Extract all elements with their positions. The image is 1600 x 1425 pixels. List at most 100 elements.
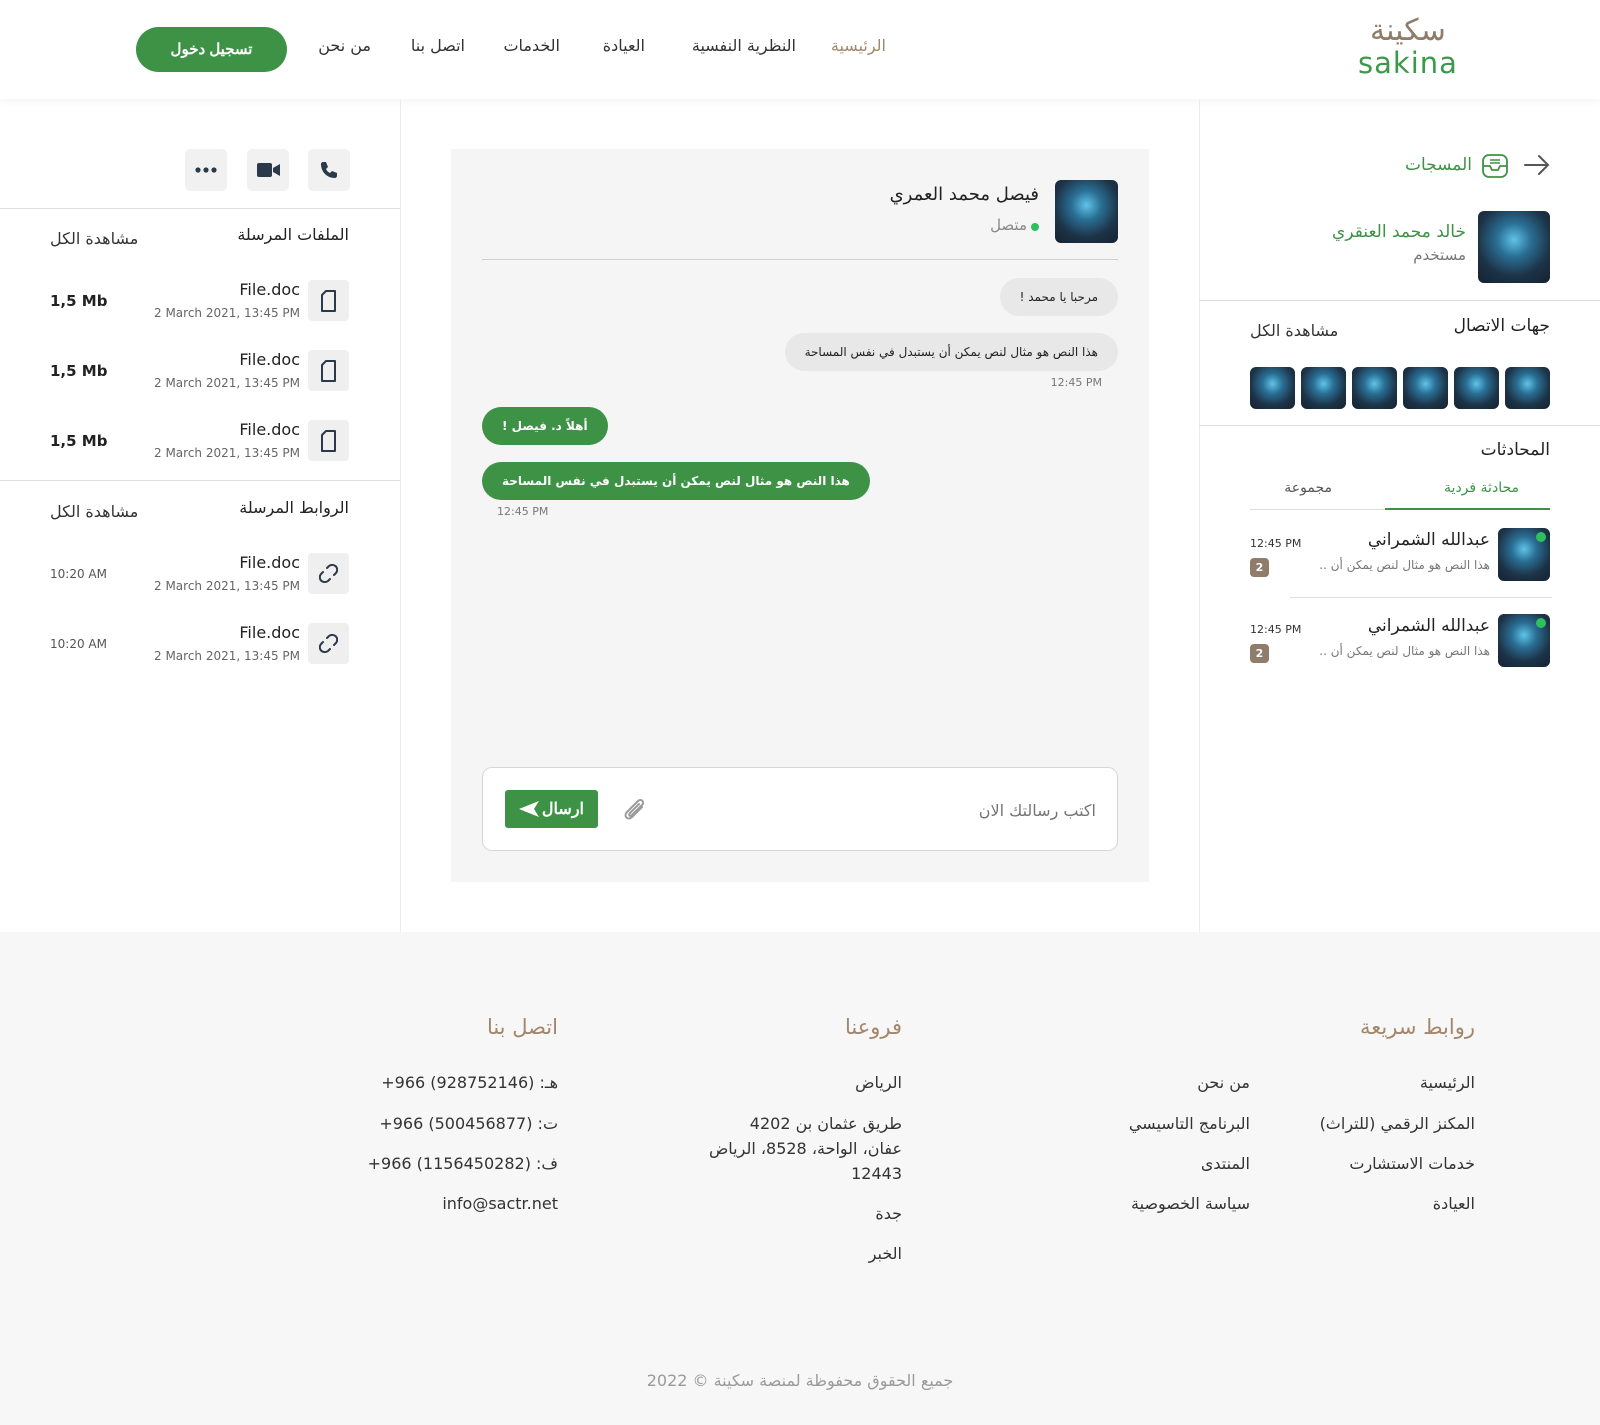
footer-link[interactable]: الرئيسية (1420, 1073, 1475, 1092)
footer-link[interactable]: المكنز الرقمي (للتراث) (1320, 1114, 1475, 1133)
footer-link[interactable]: سياسة الخصوصية (1131, 1194, 1250, 1213)
logo-english: sakina (1358, 46, 1458, 80)
divider (0, 208, 400, 209)
file-item[interactable]: File.doc 2 March 2021, 13:45 PM 1,5 Mb (50, 350, 350, 392)
more-options-button[interactable] (185, 149, 227, 191)
message-outgoing: أهلاً د. فيصل ! (482, 407, 608, 445)
site-header: سكينة sakina الرئيسية النظرية النفسية ال… (0, 0, 1600, 99)
current-user-role: مستخدم (1413, 246, 1466, 264)
link-name: File.doc (239, 553, 300, 572)
divider (1199, 425, 1600, 426)
link-icon-box (308, 553, 349, 594)
file-date: 2 March 2021, 13:45 PM (154, 306, 300, 320)
conversation-name: عبدالله الشمراني (1367, 530, 1490, 550)
footer-link[interactable]: خدمات الاستشارت (1349, 1154, 1475, 1173)
contact-avatar[interactable] (1301, 367, 1346, 409)
login-button[interactable]: تسجيل دخول (136, 27, 287, 72)
branch-address: 12443 (851, 1164, 902, 1183)
tab-group-chat[interactable]: مجموعة (1284, 480, 1332, 496)
divider (0, 480, 400, 481)
message-incoming: مرحبا يا محمد ! (999, 278, 1118, 316)
file-date: 2 March 2021, 13:45 PM (154, 446, 300, 460)
footer-link[interactable]: البرنامج التاسيسي (1129, 1114, 1250, 1133)
divider (1290, 597, 1552, 598)
conversations-title: المحادثات (1480, 440, 1550, 460)
contact-avatar[interactable] (1352, 367, 1397, 409)
contact-avatar[interactable] (1454, 367, 1499, 409)
file-icon (321, 290, 336, 312)
column-divider-right (1199, 99, 1200, 932)
file-item[interactable]: File.doc 2 March 2021, 13:45 PM 1,5 Mb (50, 280, 350, 322)
link-item[interactable]: File.doc 2 March 2021, 13:45 PM 10:20 AM (50, 623, 350, 665)
footer-contact-title: اتصل بنا (486, 1015, 558, 1039)
site-logo[interactable]: سكينة sakina (1353, 13, 1463, 80)
paperclip-icon[interactable] (620, 793, 650, 825)
branch-address: طريق عثمان بن 4202 (749, 1114, 902, 1133)
file-item[interactable]: File.doc 2 March 2021, 13:45 PM 1,5 Mb (50, 420, 350, 462)
arrow-right-icon[interactable] (1524, 154, 1550, 176)
footer-fax: ف: (1156450282) 966+ (367, 1154, 558, 1173)
file-icon-box (308, 350, 349, 391)
copyright-text: 2022 © جميع الحقوق محفوظة لمنصة سكينة (646, 1371, 954, 1390)
conversation-item[interactable]: عبدالله الشمراني هذا النص هو مثال لنص يم… (1250, 525, 1550, 585)
link-time: 10:20 AM (50, 637, 107, 651)
phone-call-button[interactable] (308, 149, 350, 191)
message-incoming: هذا النص هو مثال لنص يمكن أن يستبدل في ن… (784, 333, 1118, 371)
nav-clinic[interactable]: العيادة (603, 36, 645, 62)
files-view-all-link[interactable]: مشاهدة الكل (50, 229, 138, 248)
nav-about[interactable]: من نحن (318, 36, 371, 62)
more-dots-icon (195, 167, 217, 173)
footer-branches-title: فروعنا (844, 1015, 902, 1039)
logo-arabic: سكينة (1370, 13, 1446, 48)
nav-services[interactable]: الخدمات (503, 36, 560, 62)
conversation-preview: هذا النص هو مثال لنص يمكن أن .. (1319, 558, 1490, 572)
footer-phone[interactable]: هـ: (928752146) 966+ (381, 1073, 558, 1092)
link-icon-box (308, 623, 349, 664)
video-camera-icon (257, 163, 280, 177)
link-date: 2 March 2021, 13:45 PM (154, 579, 300, 593)
nav-psych-theory[interactable]: النظرية النفسية (692, 36, 796, 62)
message-input[interactable] (660, 785, 1096, 835)
send-icon (519, 801, 539, 817)
footer-phone[interactable]: ت: (500456877) 966+ (379, 1114, 558, 1133)
footer-link[interactable]: العيادة (1433, 1194, 1475, 1213)
online-status-dot (1031, 223, 1039, 231)
branch-name: جدة (875, 1204, 902, 1223)
contact-avatar[interactable] (1403, 367, 1448, 409)
footer-link[interactable]: المنتدى (1201, 1154, 1250, 1173)
footer-email[interactable]: info@sactr.net (442, 1194, 558, 1213)
unread-badge: 2 (1250, 558, 1269, 577)
nav-contact[interactable]: اتصل بنا (411, 36, 465, 62)
contact-avatar[interactable] (1250, 367, 1295, 409)
inbox-icon (1482, 154, 1508, 178)
video-call-button[interactable] (247, 149, 289, 191)
contacts-title: جهات الاتصال (1453, 316, 1550, 336)
site-footer (0, 932, 1600, 1425)
links-view-all-link[interactable]: مشاهدة الكل (50, 502, 138, 521)
conversation-name: عبدالله الشمراني (1367, 616, 1490, 636)
contact-avatar[interactable] (1505, 367, 1550, 409)
conversation-preview: هذا النص هو مثال لنص يمكن أن .. (1319, 644, 1490, 658)
sent-links-title: الروابط المرسلة (239, 498, 349, 517)
link-time: 10:20 AM (50, 567, 107, 581)
send-label: ارسال (541, 801, 584, 818)
tab-single-chat[interactable]: محادثة فردية (1444, 480, 1519, 496)
nav-home[interactable]: الرئيسية (831, 36, 886, 62)
message-outgoing: هذا النص هو مثال لنص يمكن أن يستبدل في ن… (482, 462, 870, 500)
message-time: 12:45 PM (497, 505, 549, 518)
message-time: 12:45 PM (1050, 376, 1102, 389)
link-item[interactable]: File.doc 2 March 2021, 13:45 PM 10:20 AM (50, 553, 350, 595)
chat-contact-status: متصل (990, 216, 1027, 234)
sent-files-title: الملفات المرسلة (237, 225, 349, 244)
divider (1199, 300, 1600, 301)
chat-header-divider (482, 259, 1118, 260)
link-date: 2 March 2021, 13:45 PM (154, 649, 300, 663)
current-user-name: خالد محمد العنقري (1332, 222, 1466, 242)
branch-address: عفان، الواحة، 8528، الرياض (708, 1139, 902, 1158)
send-button[interactable]: ارسال (505, 790, 598, 828)
chat-contact-avatar (1055, 180, 1118, 243)
contacts-view-all-link[interactable]: مشاهدة الكل (1250, 321, 1338, 340)
tabs-underline (1250, 509, 1385, 510)
footer-link[interactable]: من نحن (1197, 1073, 1250, 1092)
conversation-item[interactable]: عبدالله الشمراني هذا النص هو مثال لنص يم… (1250, 612, 1550, 672)
